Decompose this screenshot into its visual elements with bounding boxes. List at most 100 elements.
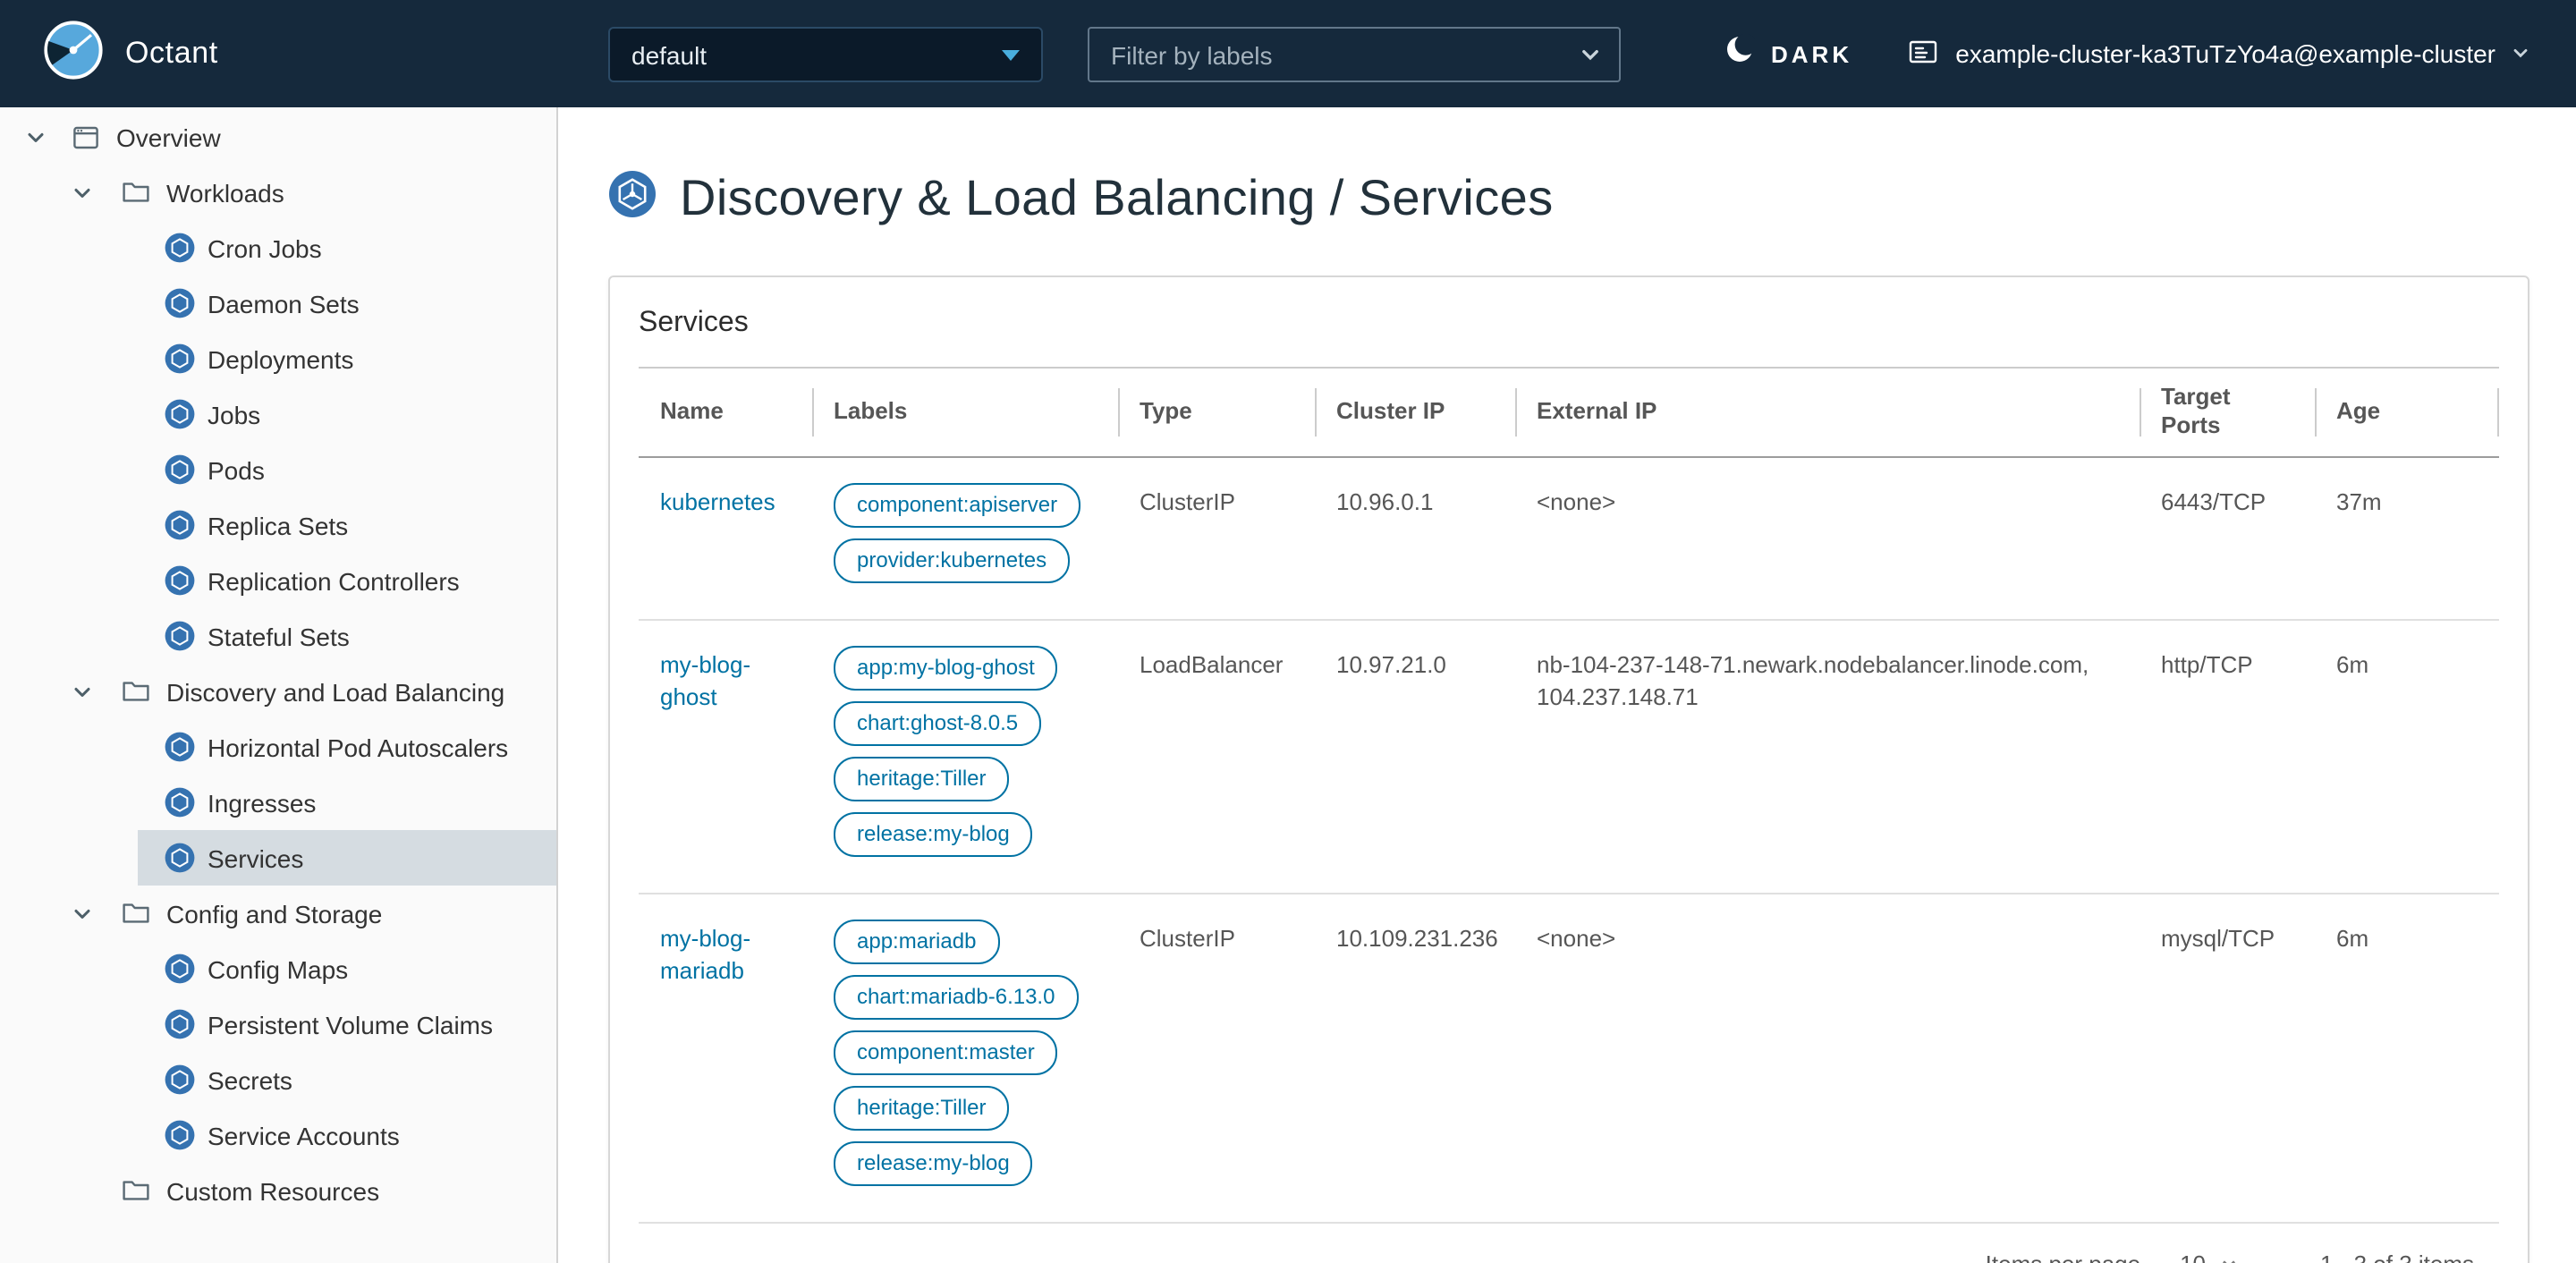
cluster-context-selector[interactable]: example-cluster-ka3TuTzYo4a@example-clus… [1907, 0, 2529, 107]
items-per-page-select[interactable]: 10 [2180, 1250, 2238, 1263]
namespace-select[interactable]: default [608, 27, 1043, 82]
namespace-value: default [631, 40, 708, 69]
sidebar-item-label: Jobs [208, 400, 261, 428]
cell-type: ClusterIP [1140, 487, 1235, 514]
chevron-down-icon [2223, 1259, 2236, 1263]
chevron-down-icon[interactable] [72, 182, 97, 203]
label-pill[interactable]: chart:mariadb-6.13.0 [834, 974, 1079, 1019]
cell-cluster-ip: 10.109.231.236 [1336, 924, 1498, 951]
theme-toggle-label: DARK [1771, 40, 1853, 67]
sidebar-group-workloads[interactable]: Workloads [0, 165, 556, 220]
sidebar-item-ingresses[interactable]: Ingresses [138, 775, 556, 830]
chevron-down-icon[interactable] [72, 903, 97, 924]
discovery-load-balancing-icon [608, 170, 657, 227]
sidebar-item-jobs[interactable]: Jobs [138, 386, 556, 442]
sidebar-item-pods[interactable]: Pods [138, 442, 556, 497]
cell-target-ports: mysql/TCP [2161, 924, 2275, 951]
service-link[interactable]: my-blog-ghost [660, 650, 750, 709]
sidebar-item-replication-controllers[interactable]: Replication Controllers [138, 553, 556, 608]
sidebar-item-services[interactable]: Services [138, 830, 556, 886]
column-header-cluster-ip[interactable]: Cluster IP [1315, 369, 1515, 455]
table-pagination: Items per page 10 1 - 3 of 3 items [639, 1223, 2499, 1263]
column-header-name[interactable]: Name [639, 369, 812, 455]
sidebar-item-label: Service Accounts [208, 1121, 400, 1149]
top-header-bar: Octant default DARK [0, 0, 2576, 107]
label-pill[interactable]: heritage:Tiller [834, 1085, 1010, 1130]
label-pill[interactable]: chart:ghost-8.0.5 [834, 700, 1042, 745]
service-accounts-icon [165, 1120, 195, 1150]
service-link[interactable]: kubernetes [660, 487, 775, 514]
sidebar-item-daemon-sets[interactable]: Daemon Sets [138, 275, 556, 331]
chevron-down-icon[interactable] [72, 681, 97, 702]
label-pill[interactable]: release:my-blog [834, 811, 1033, 856]
table-row: my-blog-ghost app:my-blog-ghost chart:gh… [639, 620, 2499, 894]
label-pill[interactable]: heritage:Tiller [834, 756, 1010, 801]
app-title: Octant [125, 36, 218, 70]
pods-icon [165, 454, 195, 485]
cell-target-ports: http/TCP [2161, 650, 2253, 677]
page-title: Discovery & Load Balancing / Services [680, 170, 1554, 225]
label-pill[interactable]: component:apiserver [834, 482, 1081, 527]
theme-toggle-button[interactable]: DARK [1724, 0, 1852, 107]
config-maps-icon [165, 954, 195, 984]
persistent-volume-claims-icon [165, 1009, 195, 1039]
stateful-sets-icon [165, 621, 195, 651]
sidebar-item-secrets[interactable]: Secrets [138, 1052, 556, 1107]
sidebar-group-config-and-storage[interactable]: Config and Storage [0, 886, 556, 941]
services-table: Name Labels Type Cluster IP External IP … [639, 367, 2499, 1263]
sidebar-item-horizontal-pod-autoscalers[interactable]: Horizontal Pod Autoscalers [138, 719, 556, 775]
sidebar-item-label: Persistent Volume Claims [208, 1010, 494, 1038]
ingresses-icon [165, 787, 195, 818]
pagination-range-text: 1 - 3 of 3 items [2320, 1250, 2474, 1263]
chevron-down-icon [2512, 39, 2529, 68]
sidebar-item-label: Daemon Sets [208, 289, 360, 318]
sidebar-item-label: Overview [116, 123, 221, 151]
sidebar-item-label: Stateful Sets [208, 622, 350, 650]
sidebar-item-deployments[interactable]: Deployments [138, 331, 556, 386]
cell-type: LoadBalancer [1140, 650, 1284, 677]
sidebar-item-service-accounts[interactable]: Service Accounts [138, 1107, 556, 1163]
sidebar-group-discovery-and-load-balancing[interactable]: Discovery and Load Balancing [0, 664, 556, 719]
service-link[interactable]: my-blog-mariadb [660, 924, 750, 983]
chevron-down-icon[interactable] [1580, 44, 1619, 65]
column-header-age[interactable]: Age [2315, 369, 2499, 455]
label-pill[interactable]: component:master [834, 1030, 1058, 1074]
cell-external-ip: <none> [1537, 487, 1616, 514]
label-pill[interactable]: app:mariadb [834, 919, 1000, 963]
sidebar-item-label: Replication Controllers [208, 566, 460, 595]
column-header-type[interactable]: Type [1118, 369, 1315, 455]
label-filter-input[interactable] [1089, 29, 1580, 81]
sidebar-item-overview[interactable]: Overview [0, 109, 556, 165]
sidebar-nav: Overview Workloads Cron Jobs Daemon Sets… [0, 107, 558, 1263]
sidebar-item-replica-sets[interactable]: Replica Sets [138, 497, 556, 553]
sidebar-item-persistent-volume-claims[interactable]: Persistent Volume Claims [138, 996, 556, 1052]
sidebar-item-config-maps[interactable]: Config Maps [138, 941, 556, 996]
services-icon [165, 843, 195, 873]
label-pill[interactable]: provider:kubernetes [834, 538, 1071, 582]
sidebar-item-cron-jobs[interactable]: Cron Jobs [138, 220, 556, 275]
cell-cluster-ip: 10.97.21.0 [1336, 650, 1446, 677]
column-header-external-ip[interactable]: External IP [1515, 369, 2140, 455]
sidebar-group-label: Config and Storage [166, 899, 383, 928]
column-header-labels[interactable]: Labels [812, 369, 1118, 455]
label-pill[interactable]: app:my-blog-ghost [834, 645, 1058, 690]
folder-icon [122, 1177, 150, 1204]
replication-controllers-icon [165, 565, 195, 596]
label-pill[interactable]: release:my-blog [834, 1140, 1033, 1185]
items-per-page-label: Items per page [1986, 1250, 2140, 1263]
sidebar-item-stateful-sets[interactable]: Stateful Sets [138, 608, 556, 664]
sidebar-group-label: Custom Resources [166, 1176, 380, 1205]
sidebar-group-custom-resources[interactable]: Custom Resources [0, 1163, 556, 1218]
octant-app: Octant default DARK [0, 0, 2576, 1263]
sidebar-item-label: Cron Jobs [208, 233, 322, 262]
card-title: Services [639, 308, 749, 338]
table-header-row: Name Labels Type Cluster IP External IP … [639, 369, 2499, 457]
sidebar-item-label: Services [208, 843, 304, 872]
cell-name: my-blog-mariadb [639, 894, 812, 1221]
cell-age: 37m [2336, 487, 2382, 514]
table-row: kubernetes component:apiserver provider:… [639, 457, 2499, 620]
chevron-down-icon[interactable] [25, 126, 50, 148]
cell-type: ClusterIP [1140, 924, 1235, 951]
horizontal-pod-autoscalers-icon [165, 732, 195, 762]
column-header-target-ports[interactable]: Target Ports [2140, 369, 2315, 455]
